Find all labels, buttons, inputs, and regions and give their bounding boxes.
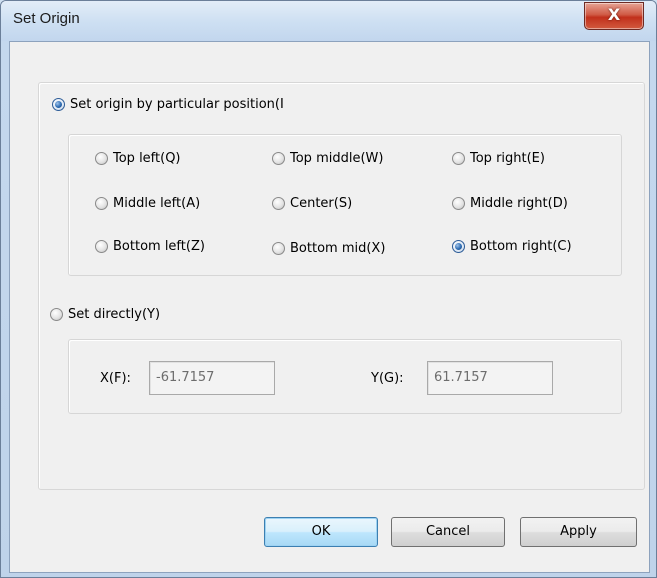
radio-indicator-checked-icon (452, 240, 465, 253)
radio-bottom-left[interactable]: Bottom left(Z) (95, 239, 205, 254)
radio-indicator-icon (272, 152, 285, 165)
radio-bottom-right-label: Bottom right(C) (470, 239, 572, 254)
radio-center[interactable]: Center(S) (272, 196, 352, 211)
radio-indicator-icon (272, 197, 285, 210)
dialog-client-area: Set origin by particular position(I Top … (9, 41, 650, 573)
set-origin-dialog: Set Origin X Set origin by particular po… (0, 0, 657, 578)
apply-button[interactable]: Apply (520, 517, 637, 547)
radio-indicator-icon (95, 240, 108, 253)
radio-top-left-label: Top left(Q) (113, 151, 181, 166)
y-coordinate-label: Y(G): (371, 371, 404, 386)
radio-top-left[interactable]: Top left(Q) (95, 151, 181, 166)
x-coordinate-label: X(F): (100, 371, 131, 386)
dialog-title: Set Origin (13, 10, 80, 27)
radio-middle-left[interactable]: Middle left(A) (95, 196, 200, 211)
close-button[interactable]: X (584, 2, 644, 30)
radio-middle-right[interactable]: Middle right(D) (452, 196, 568, 211)
ok-button[interactable]: OK (264, 517, 378, 547)
radio-middle-left-label: Middle left(A) (113, 196, 201, 211)
radio-bottom-left-label: Bottom left(Z) (113, 239, 205, 254)
radio-top-middle[interactable]: Top middle(W) (272, 151, 383, 166)
radio-indicator-icon (95, 152, 108, 165)
radio-top-middle-label: Top middle(W) (290, 151, 384, 166)
radio-indicator-icon (50, 308, 63, 321)
radio-bottom-right[interactable]: Bottom right(C) (452, 239, 572, 254)
radio-bottom-mid[interactable]: Bottom mid(X) (272, 241, 385, 256)
y-coordinate-field[interactable]: 61.7157 (427, 361, 553, 395)
cancel-button[interactable]: Cancel (391, 517, 505, 547)
x-coordinate-field[interactable]: -61.7157 (149, 361, 275, 395)
radio-indicator-icon (272, 242, 285, 255)
close-icon: X (607, 5, 621, 24)
radio-bottom-mid-label: Bottom mid(X) (290, 241, 386, 256)
radio-indicator-icon (452, 197, 465, 210)
radio-center-label: Center(S) (290, 196, 353, 211)
radio-set-directly-label: Set directly(Y) (68, 307, 161, 322)
radio-indicator-icon (95, 197, 108, 210)
radio-indicator-icon (452, 152, 465, 165)
radio-middle-right-label: Middle right(D) (470, 196, 568, 211)
radio-set-directly[interactable]: Set directly(Y) (50, 307, 160, 322)
radio-particular-position[interactable]: Set origin by particular position(I (52, 97, 284, 112)
title-bar[interactable]: Set Origin X (1, 1, 656, 41)
radio-indicator-checked-icon (52, 98, 65, 111)
radio-particular-position-label: Set origin by particular position(I (70, 97, 284, 112)
radio-top-right[interactable]: Top right(E) (452, 151, 545, 166)
radio-top-right-label: Top right(E) (470, 151, 545, 166)
